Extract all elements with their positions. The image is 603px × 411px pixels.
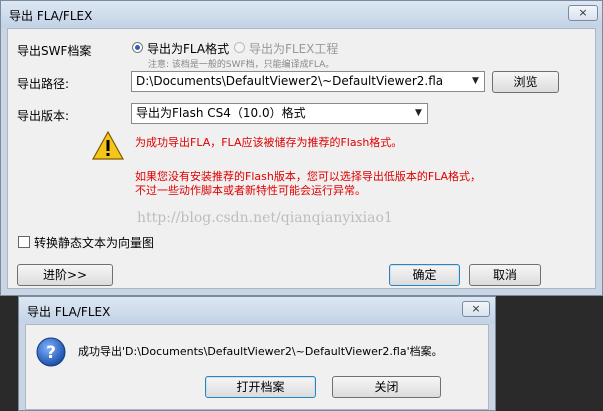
warning-text-1: 为成功导出FLA，FLA应该被储存为推荐的Flash格式。 bbox=[135, 136, 403, 149]
export-path-value: D:\Documents\DefaultViewer2\~DefaultView… bbox=[136, 74, 444, 88]
export-fla-window: 导出 FLA/FLEX × 导出SWF档案 导出为FLA格式 导出为FLEX工程… bbox=[0, 0, 603, 296]
warning-icon bbox=[92, 131, 124, 160]
cancel-button[interactable]: 取消 bbox=[469, 264, 541, 286]
chevron-down-icon[interactable]: ▼ bbox=[410, 104, 427, 123]
success-message: 成功导出'D:\Documents\DefaultViewer2\~Defaul… bbox=[78, 345, 443, 358]
convert-static-text-label[interactable]: 转换静态文本为向量图 bbox=[34, 234, 154, 251]
close-icon: × bbox=[578, 6, 588, 19]
radio-export-fla-label[interactable]: 导出为FLA格式 bbox=[147, 40, 229, 57]
open-file-button[interactable]: 打开档案 bbox=[205, 376, 316, 398]
ok-button[interactable]: 确定 bbox=[389, 264, 460, 286]
path-label: 导出路径: bbox=[17, 77, 70, 91]
export-path-combo[interactable]: D:\Documents\DefaultViewer2\~DefaultView… bbox=[131, 71, 485, 92]
version-label: 导出版本: bbox=[17, 109, 70, 123]
warning-text-3: 不过一些动作脚本或者新特性可能会运行异常。 bbox=[135, 184, 366, 197]
dialog-message-body: ? 成功导出'D:\Documents\DefaultViewer2\~Defa… bbox=[25, 324, 489, 410]
question-icon: ? bbox=[36, 337, 66, 367]
title-bar[interactable]: 导出 FLA/FLEX × bbox=[1, 1, 602, 27]
warning-text-2: 如果您没有安装推荐的Flash版本，您可以选择导出低版本的FLA格式， bbox=[135, 170, 482, 183]
browse-button[interactable]: 浏览 bbox=[492, 71, 559, 93]
version-select[interactable]: 导出为Flash CS4（10.0）格式 ▼ bbox=[131, 103, 428, 124]
window-title: 导出 FLA/FLEX bbox=[9, 9, 93, 23]
dialog-title: 导出 FLA/FLEX bbox=[27, 305, 111, 319]
convert-static-text-checkbox[interactable] bbox=[18, 236, 30, 248]
version-value: 导出为Flash CS4（10.0）格式 bbox=[136, 106, 306, 120]
svg-text:?: ? bbox=[46, 343, 56, 363]
radio-export-fla[interactable] bbox=[132, 42, 143, 53]
dialog-body: 导出SWF档案 导出为FLA格式 导出为FLEX工程 注意: 该档是一般的SWF… bbox=[7, 28, 596, 289]
dialog-close-action-button[interactable]: 关闭 bbox=[332, 376, 441, 398]
export-hint: 注意: 该档是一般的SWF档，只能编译成FLA。 bbox=[148, 60, 335, 70]
chevron-down-icon[interactable]: ▼ bbox=[467, 72, 484, 91]
swf-label: 导出SWF档案 bbox=[17, 44, 92, 58]
dialog-close-button[interactable]: × bbox=[462, 301, 490, 317]
radio-export-flex-label[interactable]: 导出为FLEX工程 bbox=[249, 40, 338, 57]
export-success-dialog: 导出 FLA/FLEX × ? 成功导出'D:\Documents\Defaul… bbox=[18, 296, 496, 411]
dialog-title-bar[interactable]: 导出 FLA/FLEX × bbox=[19, 297, 495, 323]
watermark: http://blog.csdn.net/qianqianyixiao1 bbox=[137, 210, 393, 226]
close-icon: × bbox=[471, 302, 481, 315]
close-button[interactable]: × bbox=[568, 5, 598, 21]
radio-export-flex[interactable] bbox=[234, 42, 245, 53]
advanced-button[interactable]: 进阶>> bbox=[17, 264, 113, 286]
